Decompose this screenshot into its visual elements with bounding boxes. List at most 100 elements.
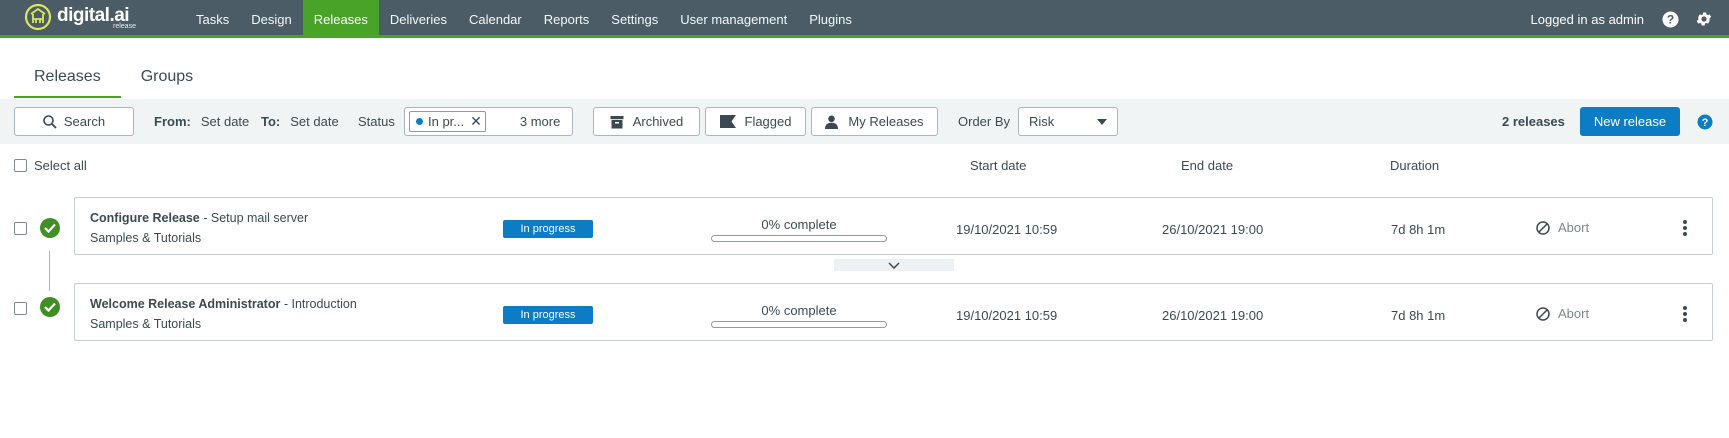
progress-text: 0% complete (761, 303, 837, 318)
logged-in-user[interactable]: Logged in as admin (1531, 12, 1644, 27)
chevron-down-icon (1097, 118, 1107, 125)
completed-status-icon (40, 218, 60, 238)
to-label: To: (261, 114, 281, 129)
user-icon (825, 115, 839, 129)
help-icon[interactable]: ? (1661, 10, 1679, 28)
release-row[interactable]: Welcome Release Administrator - Introduc… (74, 283, 1713, 341)
flagged-label: Flagged (744, 114, 792, 129)
release-row[interactable]: Configure Release - Setup mail server Sa… (74, 197, 1713, 255)
expand-dependencies[interactable] (834, 259, 954, 271)
progress-bar (711, 321, 887, 328)
status-badge: In progress (503, 306, 593, 324)
release-description: Introduction (291, 297, 357, 311)
abort-icon (1536, 306, 1550, 321)
nav-plugins[interactable]: Plugins (798, 0, 863, 38)
to-date-picker[interactable]: Set date (290, 114, 338, 129)
order-by-label-wrap: Order By (958, 107, 1010, 136)
search-button[interactable]: Search (14, 107, 134, 136)
status-label: Status (358, 114, 395, 129)
release-title[interactable]: Configure Release - Setup mail server (90, 211, 308, 225)
chevron-down-icon (888, 261, 900, 269)
digital-ai-logo[interactable]: digital.ai release (24, 3, 144, 33)
nav-deliveries[interactable]: Deliveries (379, 0, 458, 38)
release-count: 2 releases (1502, 114, 1565, 129)
archived-label: Archived (632, 114, 684, 129)
select-all-label: Select all (34, 158, 87, 173)
nav-design[interactable]: Design (240, 0, 302, 38)
order-by-select[interactable]: Risk (1018, 107, 1118, 136)
archived-button[interactable]: Archived (593, 107, 700, 136)
status-chip-label: In pr... (428, 114, 465, 129)
flag-icon (719, 115, 736, 128)
search-label: Search (63, 114, 106, 129)
nav-right: Logged in as admin ? (1531, 0, 1729, 38)
release-description: Setup mail server (210, 211, 309, 225)
release-name: Configure Release (90, 211, 200, 225)
abort-label: Abort (1558, 306, 1590, 321)
release-folder[interactable]: Samples & Tutorials (90, 317, 201, 331)
flagged-button[interactable]: Flagged (705, 107, 806, 136)
nav-releases[interactable]: Releases (302, 0, 379, 38)
status-badge: In progress (503, 220, 593, 238)
release-title[interactable]: Welcome Release Administrator - Introduc… (90, 297, 357, 311)
from-date-picker[interactable]: Set date (201, 114, 249, 129)
release-name: Welcome Release Administrator (90, 297, 281, 311)
start-date: 19/10/2021 10:59 (956, 308, 1058, 323)
status-chip[interactable]: In pr... ✕ (409, 111, 486, 132)
select-all-checkbox[interactable] (14, 159, 27, 172)
logo-icon (24, 3, 52, 31)
main-nav: Tasks Design Releases Deliveries Calenda… (185, 0, 863, 38)
col-end-date[interactable]: End date (1181, 158, 1233, 173)
dependency-connector (49, 251, 50, 291)
help-button[interactable]: ? (1697, 107, 1713, 136)
my-releases-label: My Releases (848, 114, 924, 129)
row-checkbox[interactable] (14, 302, 27, 315)
nav-tasks[interactable]: Tasks (185, 0, 240, 38)
archive-icon (610, 115, 624, 128)
order-by-label: Order By (958, 114, 1011, 129)
view-tabs: Releases Groups (14, 60, 213, 98)
end-date: 26/10/2021 19:00 (1162, 222, 1264, 237)
new-release-button[interactable]: New release (1580, 107, 1680, 136)
abort-button[interactable]: Abort (1536, 220, 1589, 235)
search-icon (43, 114, 57, 129)
top-navbar: digital.ai release Tasks Design Releases… (0, 0, 1729, 38)
end-date: 26/10/2021 19:00 (1162, 308, 1264, 323)
more-actions-icon[interactable] (1678, 219, 1692, 237)
gear-icon[interactable] (1695, 10, 1713, 28)
order-by-value: Risk (1029, 114, 1055, 129)
brand-subtitle: release (113, 23, 136, 30)
abort-label: Abort (1558, 220, 1590, 235)
progress-text: 0% complete (761, 217, 837, 232)
tab-groups[interactable]: Groups (121, 60, 213, 98)
status-dot-icon (416, 118, 423, 125)
select-all: Select all (14, 158, 87, 173)
row-checkbox[interactable] (14, 222, 27, 235)
remove-chip-icon[interactable]: ✕ (470, 113, 482, 130)
status-label-wrap: Status (358, 107, 395, 136)
from-date-filter: From: Set date (154, 107, 249, 136)
start-date: 19/10/2021 10:59 (956, 222, 1058, 237)
filter-bar: Search From: Set date To: Set date Statu… (0, 99, 1729, 144)
my-releases-button[interactable]: My Releases (811, 107, 938, 136)
from-label: From: (154, 114, 191, 129)
tab-releases[interactable]: Releases (14, 60, 121, 98)
col-start-date[interactable]: Start date (970, 158, 1026, 173)
more-actions-icon[interactable] (1678, 305, 1692, 323)
nav-reports[interactable]: Reports (533, 0, 601, 38)
release-count-wrap: 2 releases (1502, 107, 1565, 136)
nav-calendar[interactable]: Calendar (458, 0, 533, 38)
nav-settings[interactable]: Settings (600, 0, 669, 38)
help-circle-icon: ? (1697, 114, 1713, 129)
abort-button[interactable]: Abort (1536, 306, 1589, 321)
progress-bar (711, 235, 887, 242)
nav-user-management[interactable]: User management (669, 0, 798, 38)
release-progress: 0% complete (711, 303, 887, 328)
status-filter[interactable]: In pr... ✕ 3 more (404, 107, 573, 136)
to-date-filter: To: Set date (261, 107, 339, 136)
col-duration[interactable]: Duration (1390, 158, 1439, 173)
abort-icon (1536, 220, 1550, 235)
svg-text:?: ? (1702, 117, 1709, 129)
release-folder[interactable]: Samples & Tutorials (90, 231, 201, 245)
status-more[interactable]: 3 more (520, 114, 560, 129)
